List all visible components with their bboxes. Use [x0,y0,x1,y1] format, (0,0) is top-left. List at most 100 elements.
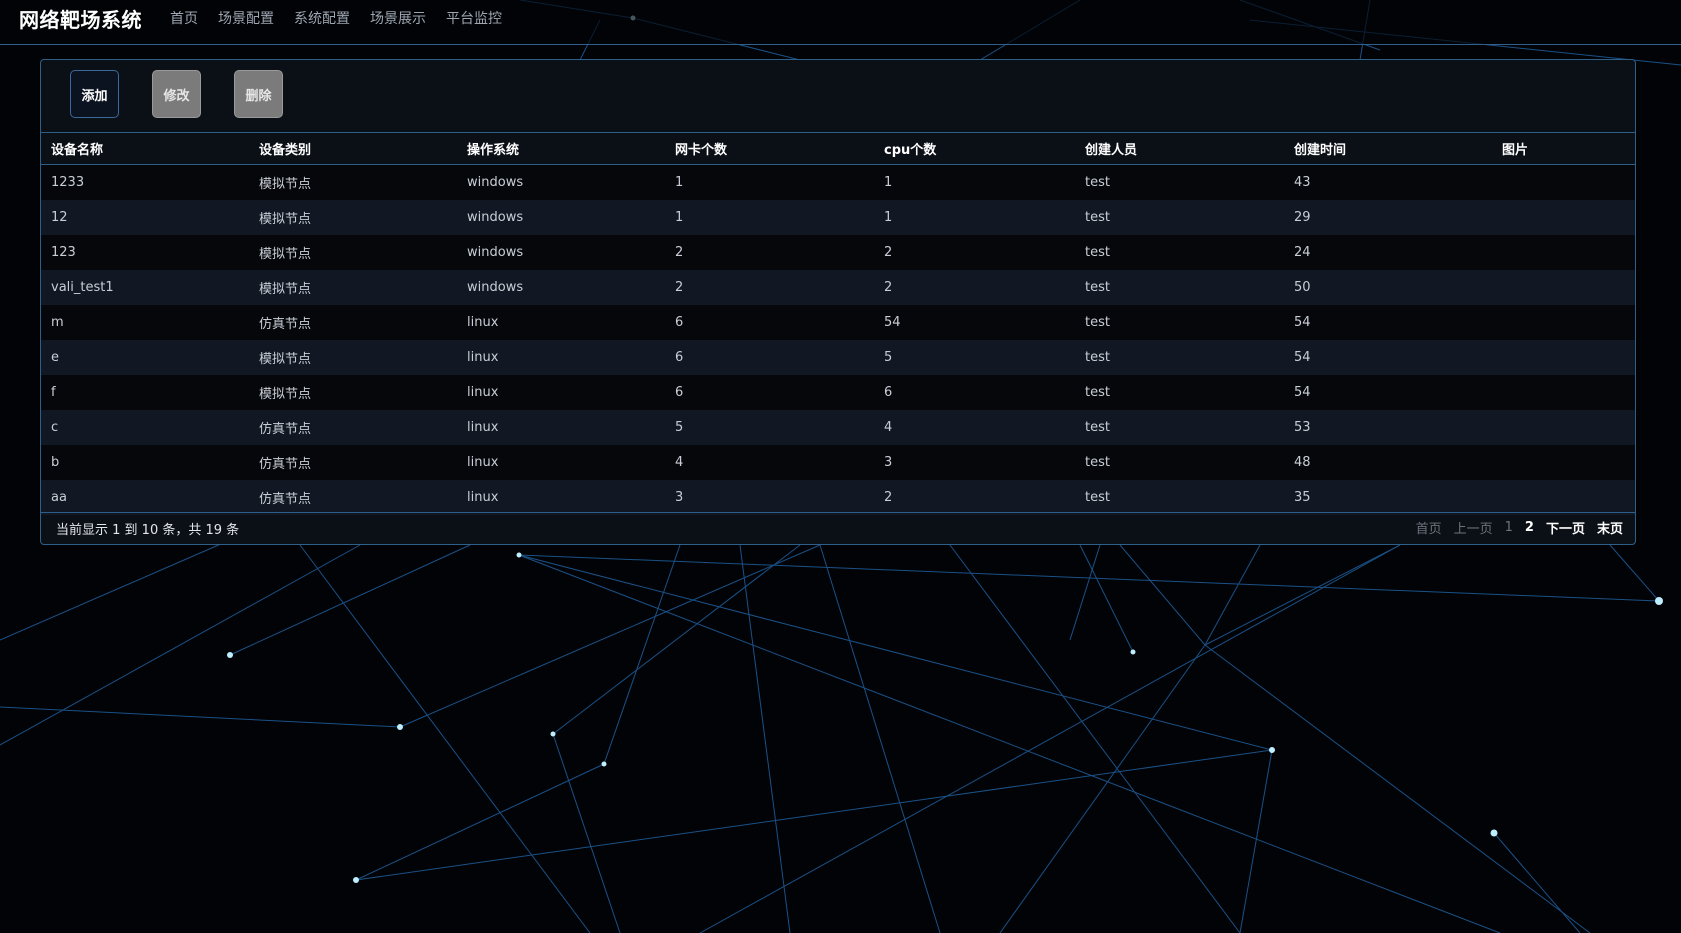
edit-button[interactable]: 修改 [152,70,201,118]
cell-device-type: 仿真节点 [259,492,312,507]
cell-created-time: 53 [1294,420,1311,435]
cell-image [1492,445,1635,480]
cell-os: linux [467,420,499,435]
column-header-nic-count[interactable]: 网卡个数 [665,133,874,165]
nav-platform-monitor[interactable]: 平台监控 [446,8,502,28]
cell-created-time: 54 [1294,350,1311,365]
cell-cpu-count: 5 [884,350,893,365]
cell-device-name: f [51,385,56,400]
cell-creator: test [1085,210,1110,225]
last-page-link[interactable]: 末页 [1597,518,1623,537]
cell-nic-count: 6 [675,385,684,400]
cell-image [1492,305,1635,340]
cell-created-time: 54 [1294,385,1311,400]
cell-cpu-count: 2 [884,490,893,505]
pagination: 首页 上一页 1 2 下一页 末页 [1416,518,1623,537]
table-row[interactable]: aa 仿真节点 linux 3 2 test 35 [41,480,1635,515]
table-row[interactable]: c 仿真节点 linux 5 4 test 53 [41,410,1635,445]
nav-system-config[interactable]: 系统配置 [294,8,350,28]
main-nav: 首页 场景配置 系统配置 场景展示 平台监控 [170,8,502,28]
cell-device-name: 1233 [51,175,85,190]
cell-device-type: 仿真节点 [259,317,312,332]
cell-creator: test [1085,175,1110,190]
cell-cpu-count: 6 [884,385,893,400]
prev-page-link[interactable]: 上一页 [1454,518,1493,537]
cell-os: windows [467,175,524,190]
table-header-row: 设备名称 设备类别 操作系统 网卡个数 cpu个数 创建人员 创建时间 图片 [41,133,1635,165]
cell-created-time: 43 [1294,175,1311,190]
cell-nic-count: 6 [675,350,684,365]
cell-os: windows [467,280,524,295]
cell-device-name: vali_test1 [51,280,114,295]
add-button[interactable]: 添加 [70,70,119,118]
cell-created-time: 48 [1294,455,1311,470]
cell-device-type: 仿真节点 [259,422,312,437]
cell-created-time: 29 [1294,210,1311,225]
cell-creator: test [1085,350,1110,365]
cell-image [1492,270,1635,305]
cell-device-type: 模拟节点 [259,247,312,262]
cell-cpu-count: 2 [884,245,893,260]
page-2-link[interactable]: 2 [1525,520,1534,535]
column-header-cpu-count[interactable]: cpu个数 [874,133,1075,165]
cell-nic-count: 4 [675,455,684,470]
cell-device-type: 模拟节点 [259,177,312,192]
cell-cpu-count: 2 [884,280,893,295]
cell-cpu-count: 1 [884,175,893,190]
cell-device-name: 123 [51,245,76,260]
cell-nic-count: 6 [675,315,684,330]
column-header-image[interactable]: 图片 [1492,133,1635,165]
cell-cpu-count: 3 [884,455,893,470]
cell-os: linux [467,490,499,505]
cell-creator: test [1085,455,1110,470]
cell-created-time: 50 [1294,280,1311,295]
table-row[interactable]: f 模拟节点 linux 6 6 test 54 [41,375,1635,410]
column-header-creator[interactable]: 创建人员 [1075,133,1284,165]
cell-cpu-count: 1 [884,210,893,225]
cell-cpu-count: 54 [884,315,901,330]
cell-creator: test [1085,280,1110,295]
cell-nic-count: 2 [675,280,684,295]
page-1-link[interactable]: 1 [1505,520,1513,535]
next-page-link[interactable]: 下一页 [1546,518,1585,537]
cell-cpu-count: 4 [884,420,893,435]
delete-button[interactable]: 删除 [234,70,283,118]
cell-device-type: 模拟节点 [259,212,312,227]
cell-nic-count: 1 [675,175,684,190]
cell-device-type: 模拟节点 [259,352,312,367]
cell-device-name: e [51,350,59,365]
cell-created-time: 54 [1294,315,1311,330]
nav-home[interactable]: 首页 [170,8,198,28]
cell-device-type: 模拟节点 [259,282,312,297]
first-page-link[interactable]: 首页 [1416,518,1442,537]
column-header-device-name[interactable]: 设备名称 [41,133,249,165]
table-row[interactable]: e 模拟节点 linux 6 5 test 54 [41,340,1635,375]
column-header-created-time[interactable]: 创建时间 [1284,133,1492,165]
column-header-device-type[interactable]: 设备类别 [249,133,457,165]
cell-device-type: 仿真节点 [259,457,312,472]
nav-scene-display[interactable]: 场景展示 [370,8,426,28]
app-title: 网络靶场系统 [19,8,142,32]
cell-created-time: 35 [1294,490,1311,505]
cell-os: linux [467,315,499,330]
cell-created-time: 24 [1294,245,1311,260]
cell-nic-count: 1 [675,210,684,225]
cell-nic-count: 3 [675,490,684,505]
cell-device-type: 模拟节点 [259,387,312,402]
table-row[interactable]: vali_test1 模拟节点 windows 2 2 test 50 [41,270,1635,305]
column-header-os[interactable]: 操作系统 [457,133,665,165]
cell-image [1492,410,1635,445]
top-navbar: 网络靶场系统 首页 场景配置 系统配置 场景展示 平台监控 [0,0,1681,45]
cell-device-name: c [51,420,59,435]
table-row[interactable]: b 仿真节点 linux 4 3 test 48 [41,445,1635,480]
cell-nic-count: 2 [675,245,684,260]
table-row[interactable]: 123 模拟节点 windows 2 2 test 24 [41,235,1635,270]
nav-scene-config[interactable]: 场景配置 [218,8,274,28]
toolbar: 添加 修改 删除 [41,60,1635,133]
table-row[interactable]: m 仿真节点 linux 6 54 test 54 [41,305,1635,340]
cell-nic-count: 5 [675,420,684,435]
cell-creator: test [1085,245,1110,260]
cell-os: linux [467,350,499,365]
table-row[interactable]: 12 模拟节点 windows 1 1 test 29 [41,200,1635,235]
table-row[interactable]: 1233 模拟节点 windows 1 1 test 43 [41,164,1635,200]
